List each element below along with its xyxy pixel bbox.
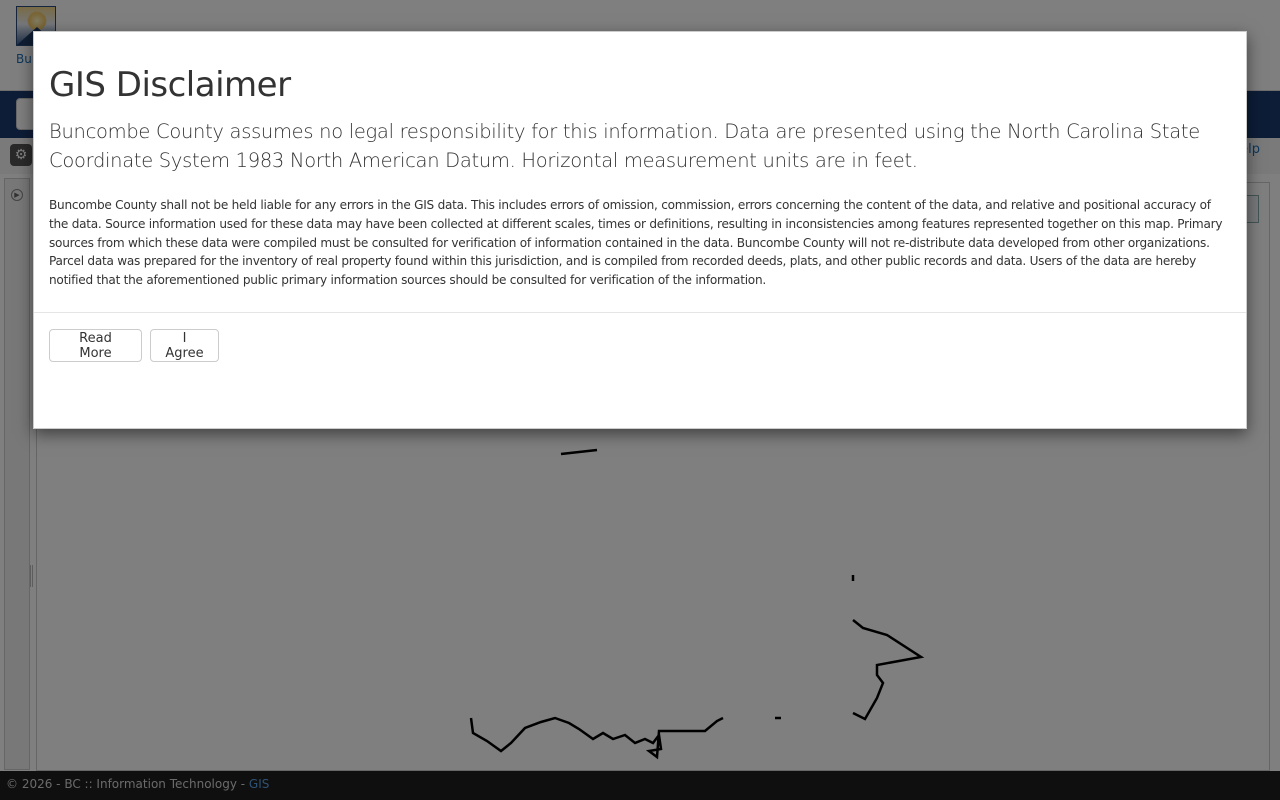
- modal-title: GIS Disclaimer: [49, 65, 291, 105]
- i-agree-button[interactable]: I Agree: [150, 329, 219, 362]
- read-more-button[interactable]: Read More: [49, 329, 142, 362]
- disclaimer-modal: GIS Disclaimer Buncombe County assumes n…: [33, 31, 1247, 429]
- modal-disclaimer-text: Buncombe County shall not be held liable…: [49, 198, 1223, 288]
- modal-lead-text: Buncombe County assumes no legal respons…: [49, 120, 1200, 172]
- modal-divider: [34, 312, 1246, 313]
- modal-body: GIS Disclaimer Buncombe County assumes n…: [34, 63, 1246, 290]
- modal-footer: Read More I Agree: [49, 329, 219, 362]
